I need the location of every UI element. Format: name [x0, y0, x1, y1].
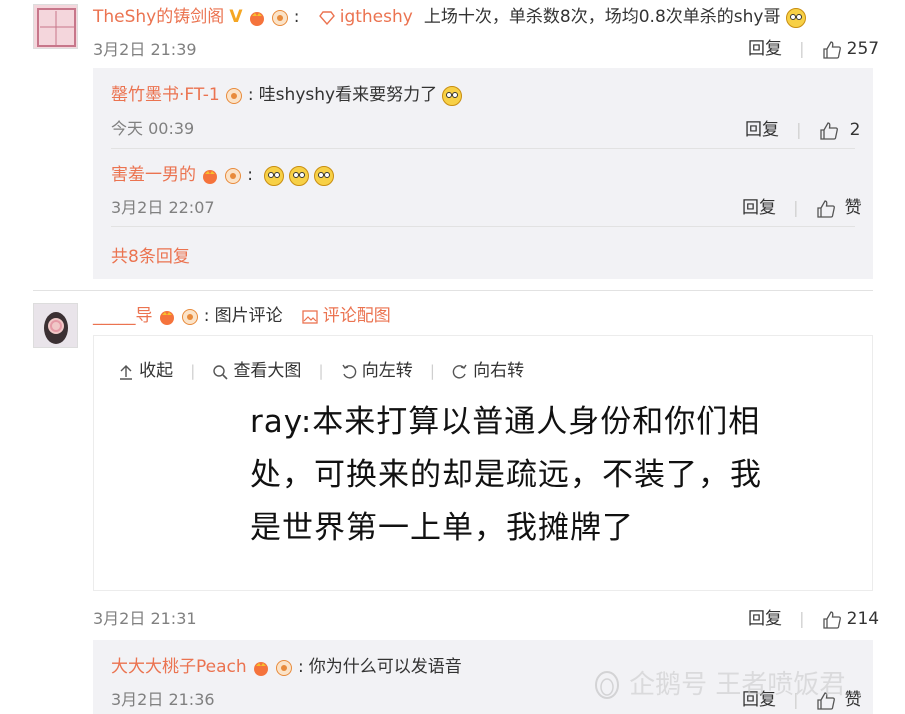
rotate-right-button[interactable]: 向右转: [452, 361, 524, 381]
level-badge-icon: [271, 9, 288, 26]
reply-text: 哇shyshy看来要努力了: [258, 85, 438, 105]
reply-username[interactable]: 大大大桃子Peach: [111, 657, 247, 677]
penguin-logo-icon: [595, 670, 619, 699]
reply-username[interactable]: 害羞一男的: [111, 165, 196, 185]
reply-button[interactable]: 回复: [748, 609, 782, 629]
like-button[interactable]: 214: [822, 609, 880, 629]
level-badge-icon: [225, 167, 242, 184]
avatar[interactable]: [33, 4, 78, 49]
colon: :: [293, 7, 300, 27]
thumbs-up-icon: [822, 40, 841, 59]
reply-item: 罄竹墨书·FT-1 : 哇shyshy看来要努力了: [111, 80, 463, 106]
reply-time: 3月2日 22:07: [111, 198, 215, 217]
toolbar-divider: |: [190, 362, 196, 380]
comment-username[interactable]: _____导: [93, 306, 153, 326]
thumbs-up-icon: [816, 199, 835, 218]
arrow-up-icon: [120, 364, 132, 380]
image-toolbar: 收起 | 查看大图 | 向左转 | 向右转: [118, 356, 524, 381]
like-button[interactable]: 赞: [816, 198, 862, 218]
reply-button[interactable]: 回复: [745, 120, 779, 140]
comment-time: 3月2日 21:39: [93, 40, 197, 59]
more-replies-link[interactable]: 共8条回复: [111, 242, 190, 267]
image-text-line: 处，可换来的却是疏远，不装了，我: [250, 457, 762, 493]
divider: [111, 226, 855, 227]
reply-username[interactable]: 罄竹墨书·FT-1: [111, 85, 220, 105]
reply-button[interactable]: 回复: [748, 39, 782, 59]
search-icon: [213, 364, 228, 380]
action-divider: |: [793, 198, 799, 217]
comment-text: 图片评论: [214, 306, 283, 326]
avatar-seal-image: [37, 8, 76, 47]
avatar-photo: [44, 312, 68, 344]
comment-image[interactable]: ray:本来打算以普通人身份和你们相 处，可换来的却是疏远，不装了，我 是世界第…: [250, 396, 850, 555]
emoji-icon: [785, 7, 806, 28]
action-divider: |: [796, 120, 802, 139]
emoji-icon: [264, 165, 285, 186]
reply-time: 3月2日 21:36: [111, 690, 215, 709]
reply-time: 今天 00:39: [111, 119, 195, 138]
like-count: 赞: [844, 198, 862, 218]
crown-badge-icon: [253, 661, 268, 676]
comment-divider: [33, 290, 873, 291]
watermark: 企鹅号 王者喷饭君: [590, 664, 845, 701]
avatar[interactable]: [33, 303, 78, 348]
like-button[interactable]: 2: [819, 120, 861, 140]
like-count: 2: [849, 120, 861, 140]
crown-badge-icon: [249, 11, 264, 26]
comment-text: 上场十次，单杀数8次，场均0.8次单杀的shy哥: [423, 7, 781, 27]
image-text-line: ray:本来打算以普通人身份和你们相: [250, 404, 761, 440]
reply-text: 你为什么可以发语音: [308, 657, 462, 677]
view-large-button[interactable]: 查看大图: [212, 361, 306, 381]
like-count: 257: [846, 39, 880, 59]
thumbs-up-icon: [822, 610, 841, 629]
reply-item: 害羞一男的 :: [111, 160, 335, 186]
like-button[interactable]: 257: [822, 39, 880, 59]
level-badge-icon: [275, 659, 292, 676]
rotate-left-icon: [342, 364, 356, 379]
comment-username[interactable]: TheShy的铸剑阁: [93, 7, 224, 27]
emoji-icon: [314, 165, 335, 186]
crown-badge-icon: [159, 310, 174, 325]
image-text-line: 是世界第一上单，我摊牌了: [250, 510, 634, 546]
action-divider: |: [799, 609, 805, 628]
rotate-right-icon: [452, 364, 467, 379]
comment-time: 3月2日 21:31: [93, 609, 197, 628]
action-divider: |: [799, 39, 805, 58]
level-badge-icon: [181, 308, 198, 325]
image-icon: [302, 309, 318, 324]
mention-link[interactable]: igtheshy: [318, 7, 418, 27]
verified-v-icon: V: [229, 7, 243, 27]
reply-button[interactable]: 回复: [742, 198, 776, 218]
emoji-icon: [289, 165, 310, 186]
pic-link[interactable]: 评论配图: [302, 306, 391, 326]
level-badge-icon: [225, 87, 242, 104]
toolbar-divider: |: [318, 362, 324, 380]
emoji-icon: [442, 85, 463, 106]
thumbs-up-icon: [819, 121, 838, 140]
toolbar-divider: |: [429, 362, 435, 380]
reply-item: 大大大桃子Peach : 你为什么可以发语音: [111, 657, 462, 677]
rotate-left-button[interactable]: 向左转: [341, 361, 418, 381]
like-count: 214: [846, 609, 880, 629]
crown-badge-icon: [203, 169, 218, 184]
divider: [111, 148, 855, 149]
like-count: 赞: [844, 690, 862, 710]
diamond-icon: [318, 10, 335, 25]
collapse-button[interactable]: 收起: [118, 361, 178, 381]
